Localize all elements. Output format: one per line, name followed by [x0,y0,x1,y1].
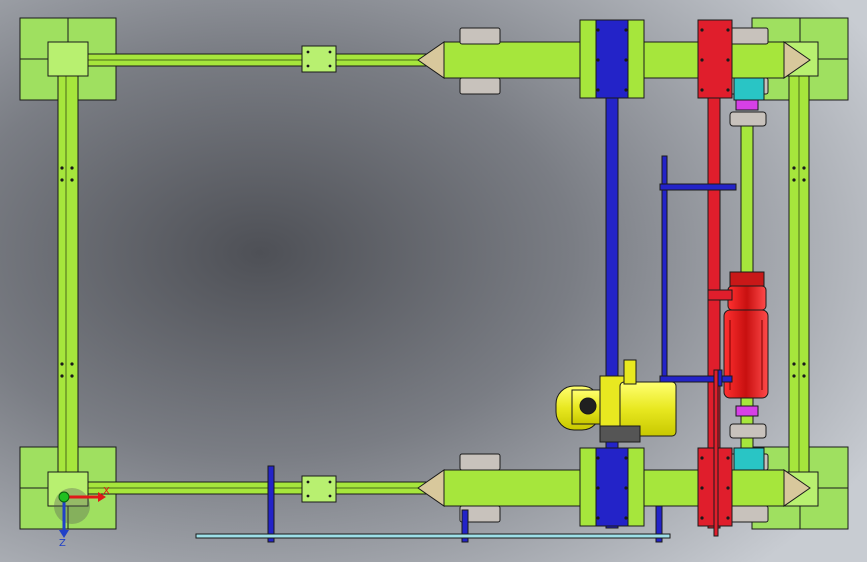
triad-x-label: X [103,486,110,497]
cad-viewport[interactable]: X Z [0,0,867,562]
gearbox-fan [729,271,765,287]
trolley-top-arm [659,183,737,191]
blue-girder-bottom-flange [595,447,629,527]
hoist-motor-terminal [579,397,597,415]
travel-drive-motor[interactable] [723,309,769,399]
coupling-bottom-disc [729,423,767,439]
triad-z-label: Z [59,538,66,549]
coupling-top-magenta [735,99,759,111]
wheel-bottom-2b [729,505,769,523]
wheel-top-2a [729,27,769,45]
bottom-post-1 [267,465,275,543]
bottom-splice-plate [301,475,337,503]
bottom-guide-rail [195,533,671,539]
coupling-top-cyan [733,77,765,101]
gearbox-housing[interactable] [727,285,767,311]
coupling-top-disc [729,111,767,127]
triad-origin [58,491,70,503]
top-splice-plate [301,45,337,73]
motor-mount-bracket [707,289,733,301]
red-girder-stiffener [713,369,719,537]
wheel-top-1a [459,27,501,45]
coupling-bottom-cyan [733,447,765,471]
left-frame-beam[interactable] [57,59,79,491]
hoist-base [599,425,641,443]
wheel-bottom-1a [459,453,501,471]
hoist-top-fitting [623,359,637,385]
drive-shaft-upper[interactable] [740,123,754,275]
wheel-top-1b [459,77,501,95]
coupling-bottom-magenta [735,405,759,417]
bracket-top-left [47,41,89,77]
blue-girder-top-flange [595,19,629,99]
crane-assembly-drawing: X Z [0,0,867,562]
